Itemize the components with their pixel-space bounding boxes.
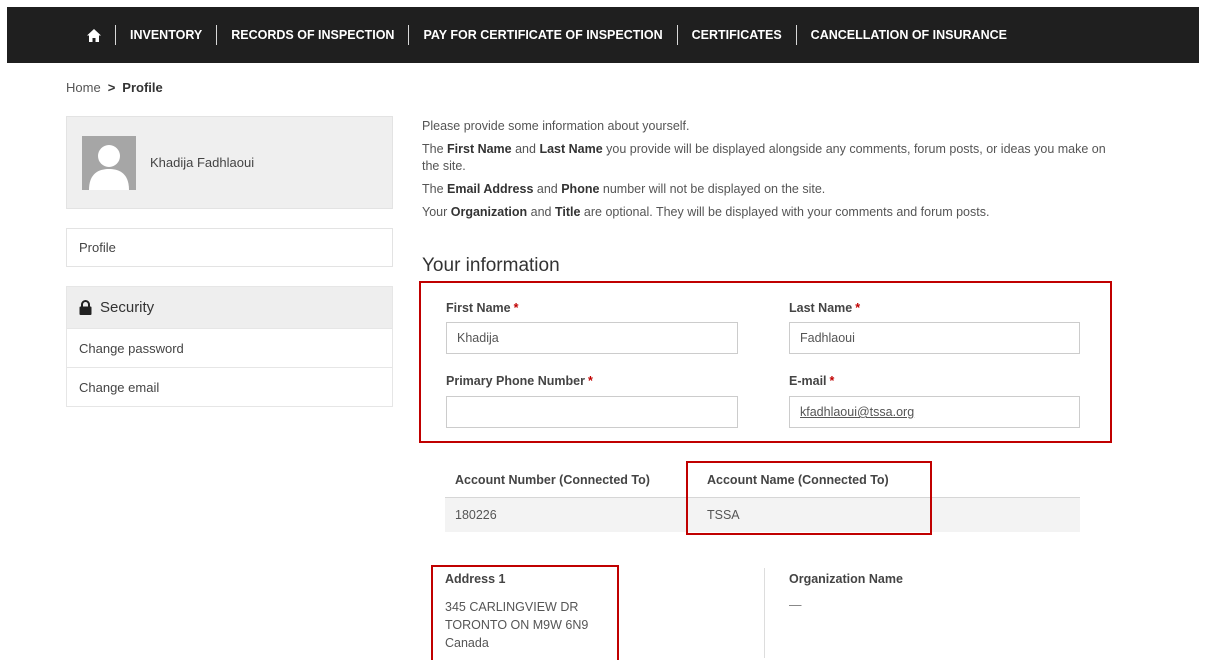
- column-header-account-number: Account Number (Connected To): [455, 473, 650, 487]
- address-line: TORONTO ON M9W 6N9: [445, 618, 589, 632]
- security-heading-label: Security: [100, 299, 155, 316]
- home-icon[interactable]: [87, 28, 101, 42]
- label-text: Last Name: [789, 301, 853, 315]
- intro-text-part: and: [533, 182, 562, 196]
- first-name-value: Khadija: [457, 331, 499, 345]
- intro-text-part: and: [527, 205, 555, 219]
- intro-text-part: The: [422, 142, 448, 156]
- nav-divider: [115, 25, 116, 45]
- last-name-value: Fadhlaoui: [800, 331, 855, 345]
- organization-label: Organization Name: [789, 572, 903, 586]
- intro-bold: Email Address: [447, 182, 534, 196]
- email-label: E-mail *: [789, 374, 834, 388]
- intro-line: The First Name and Last Name you provide…: [422, 141, 1112, 175]
- intro-line-text: Please provide some information about yo…: [422, 119, 690, 133]
- first-name-label: First Name *: [446, 301, 518, 315]
- intro-text-part: Your: [422, 205, 451, 219]
- label-text: First Name: [446, 301, 511, 315]
- intro-text-part: are optional. They will be displayed wit…: [580, 205, 990, 219]
- profile-card: Khadija Fadhlaoui: [66, 116, 393, 209]
- intro-text: Please provide some information about yo…: [422, 118, 1112, 227]
- required-mark: *: [587, 374, 593, 388]
- nav-divider: [676, 25, 678, 45]
- nav-divider: [795, 25, 797, 45]
- sidebar-item-label: Change email: [79, 379, 160, 395]
- breadcrumb-home[interactable]: Home: [66, 80, 101, 95]
- lock-icon: [79, 300, 92, 315]
- organization-value: —: [789, 598, 802, 612]
- intro-line: Your Organization and Title are optional…: [422, 204, 1112, 221]
- intro-text-part: The: [422, 182, 448, 196]
- intro-text-part: number will not be displayed on the site…: [599, 182, 826, 196]
- sidebar-item-change-email[interactable]: Change email: [67, 367, 392, 406]
- email-value: kfadhlaoui@tssa.org: [800, 405, 915, 419]
- security-heading: Security: [67, 287, 392, 328]
- profile-user-name: Khadija Fadhlaoui: [150, 155, 255, 170]
- nav-divider: [408, 25, 410, 45]
- top-navigation: INVENTORY RECORDS OF INSPECTION PAY FOR …: [7, 7, 1199, 63]
- intro-bold: Last Name: [539, 142, 603, 156]
- intro-line: Please provide some information about yo…: [422, 118, 1112, 135]
- account-name-highlight: [686, 461, 932, 535]
- breadcrumb-current: Profile: [122, 80, 163, 95]
- breadcrumb: Home > Profile: [66, 80, 163, 95]
- sidebar-item-label: Profile: [79, 240, 116, 255]
- intro-bold: Organization: [450, 205, 528, 219]
- intro-bold: Title: [554, 205, 581, 219]
- address-line: 345 CARLINGVIEW DR: [445, 600, 579, 614]
- intro-bold: Phone: [561, 182, 600, 196]
- email-field[interactable]: kfadhlaoui@tssa.org: [789, 396, 1080, 428]
- label-text: E-mail: [789, 374, 827, 388]
- required-mark: *: [829, 374, 835, 388]
- address-value: 345 CARLINGVIEW DR TORONTO ON M9W 6N9 Ca…: [445, 598, 588, 652]
- nav-divider: [216, 25, 218, 45]
- nav-inventory[interactable]: INVENTORY: [130, 28, 202, 42]
- first-name-field[interactable]: Khadija: [446, 322, 738, 354]
- nav-records-of-inspection[interactable]: RECORDS OF INSPECTION: [231, 28, 394, 42]
- intro-line: The Email Address and Phone number will …: [422, 181, 1112, 198]
- column-divider: [764, 568, 765, 658]
- phone-label: Primary Phone Number *: [446, 374, 593, 388]
- phone-field[interactable]: [446, 396, 738, 428]
- last-name-label: Last Name *: [789, 301, 860, 315]
- security-panel: Security Change password Change email: [66, 286, 393, 407]
- user-placeholder-icon: [82, 135, 136, 190]
- required-mark: *: [855, 301, 861, 315]
- account-number-cell: 180226: [455, 508, 497, 522]
- section-title: Your information: [422, 255, 560, 276]
- last-name-field[interactable]: Fadhlaoui: [789, 322, 1080, 354]
- label-text: Primary Phone Number: [446, 374, 585, 388]
- address-label: Address 1: [445, 572, 506, 586]
- nav-cancellation-of-insurance[interactable]: CANCELLATION OF INSURANCE: [811, 28, 1007, 42]
- required-mark: *: [513, 301, 519, 315]
- nav-certificates[interactable]: CERTIFICATES: [692, 28, 782, 42]
- intro-text-part: and: [511, 142, 540, 156]
- breadcrumb-separator: >: [107, 80, 116, 95]
- nav-pay-for-certificate[interactable]: PAY FOR CERTIFICATE OF INSPECTION: [423, 28, 662, 42]
- sidebar-item-change-password[interactable]: Change password: [67, 328, 392, 367]
- address-line: Canada: [445, 636, 489, 650]
- intro-bold: First Name: [447, 142, 512, 156]
- sidebar-item-profile[interactable]: Profile: [66, 228, 393, 267]
- avatar: [82, 135, 136, 190]
- sidebar-item-label: Change password: [79, 340, 184, 356]
